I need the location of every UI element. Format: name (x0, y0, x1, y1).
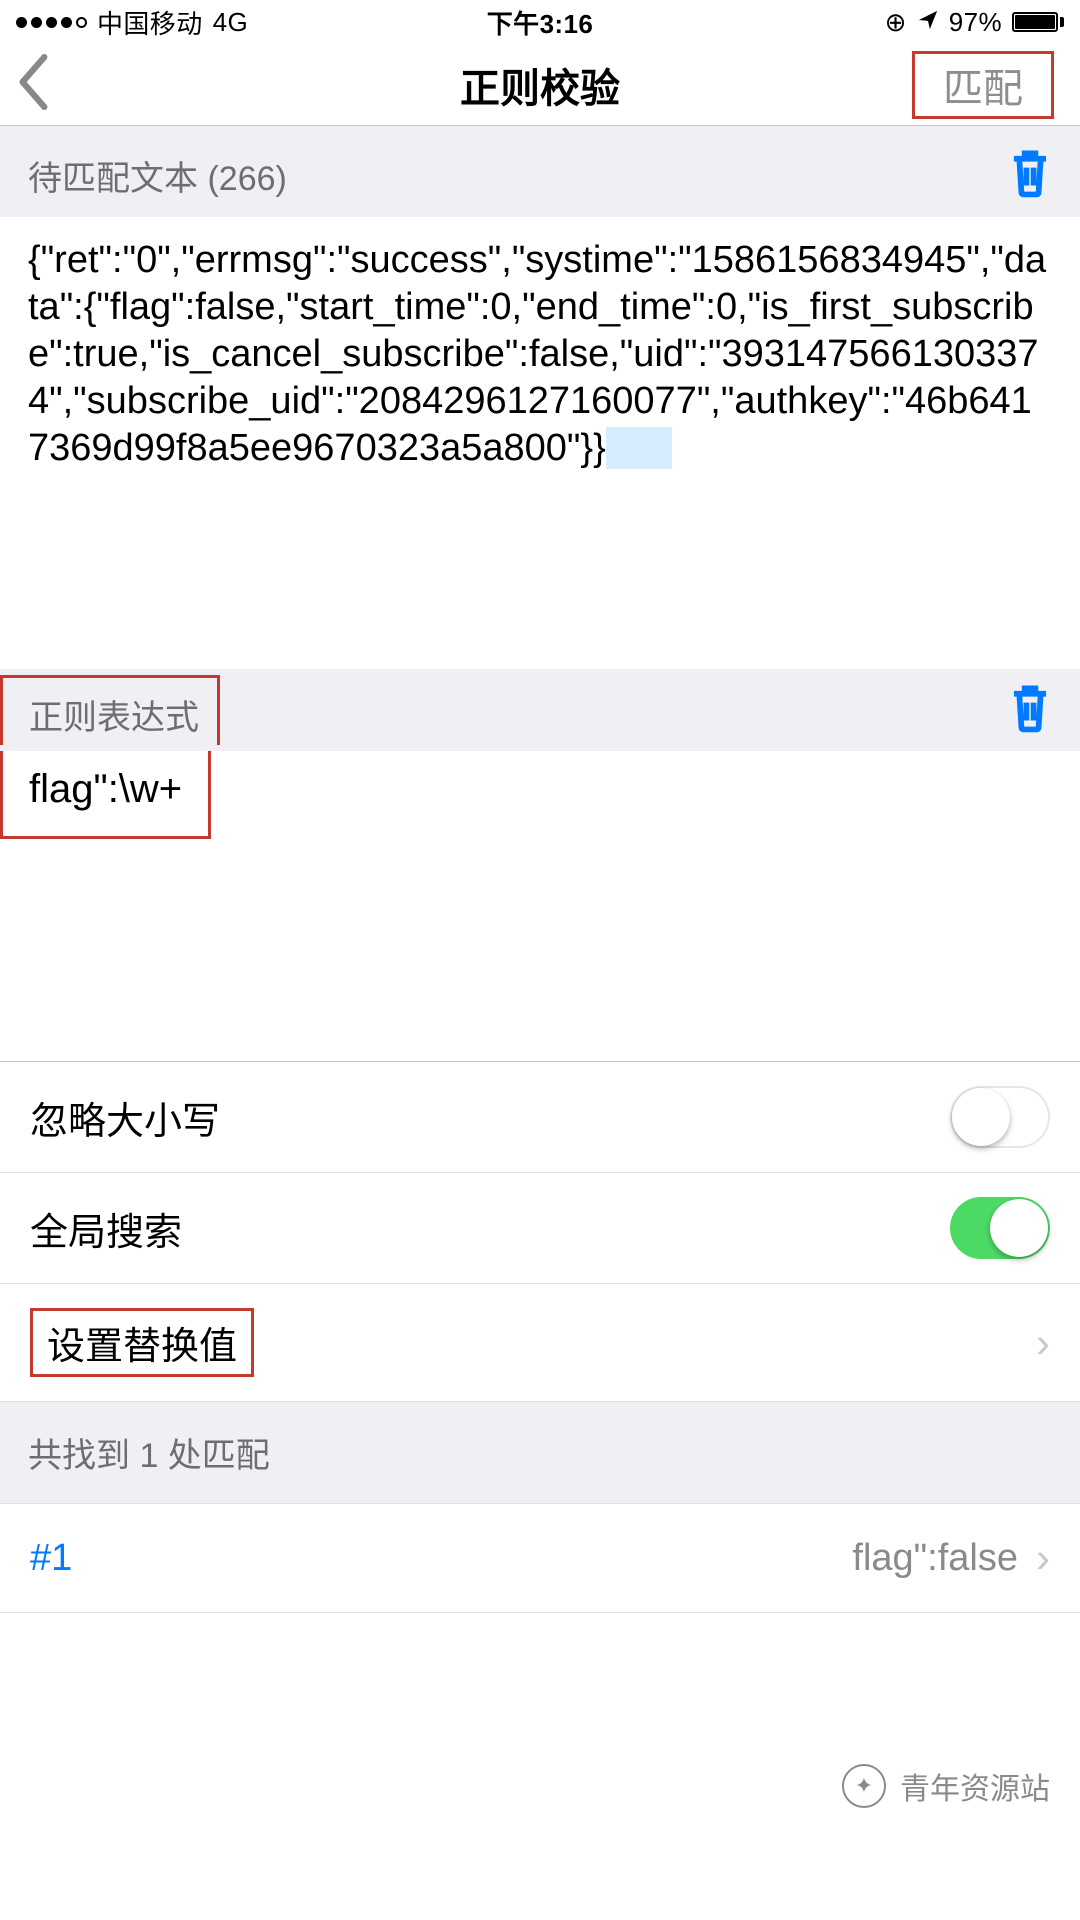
wechat-icon: ✦ (842, 1764, 886, 1808)
match-button[interactable]: 匹配 (912, 51, 1054, 119)
ignore-case-row: 忽略大小写 (0, 1061, 1080, 1172)
carrier-label: 中国移动 (97, 4, 203, 41)
set-replace-row[interactable]: 设置替换值 › (0, 1283, 1080, 1401)
set-replace-label: 设置替换值 (30, 1308, 254, 1377)
network-label: 4G (213, 7, 248, 38)
clear-input-button[interactable] (1008, 148, 1052, 203)
options-list: 忽略大小写 全局搜索 设置替换值 › 共找到 1 处匹配 #1 flag":fa… (0, 1061, 1080, 1613)
trash-icon (1008, 683, 1052, 733)
results-header: 共找到 1 处匹配 (0, 1401, 1080, 1504)
back-button[interactable] (12, 54, 58, 115)
global-search-toggle[interactable] (950, 1197, 1050, 1259)
result-item[interactable]: #1 flag":false › (0, 1504, 1080, 1613)
location-icon (917, 7, 939, 38)
status-bar: 中国移动 4G 下午3:16 ⊕ 97% (0, 0, 1080, 44)
chevron-right-icon: › (1036, 1319, 1050, 1367)
result-value: flag":false › (852, 1534, 1050, 1582)
global-search-row: 全局搜索 (0, 1172, 1080, 1283)
nav-bar: 正则校验 匹配 (0, 44, 1080, 126)
input-text-content: {"ret":"0","errmsg":"success","systime":… (28, 239, 1046, 469)
clock: 下午3:16 (487, 4, 593, 41)
page-title: 正则校验 (460, 56, 620, 114)
ignore-case-label: 忽略大小写 (30, 1090, 220, 1145)
signal-dots-icon (16, 17, 87, 28)
battery-percent: 97% (949, 7, 1002, 38)
regex-label: 正则表达式 (0, 675, 220, 745)
status-right: ⊕ 97% (885, 7, 1064, 38)
clear-regex-button[interactable] (1008, 683, 1052, 738)
text-cursor (606, 427, 672, 469)
orientation-lock-icon: ⊕ (885, 7, 907, 38)
global-search-label: 全局搜索 (30, 1201, 182, 1256)
input-text-area[interactable]: {"ret":"0","errmsg":"success","systime":… (0, 217, 1080, 657)
status-left: 中国移动 4G (16, 4, 248, 41)
result-index: #1 (30, 1537, 72, 1580)
watermark-text: 青年资源站 (900, 1764, 1050, 1808)
input-label: 待匹配文本 (266) (28, 151, 287, 200)
regex-section-header: 正则表达式 (0, 669, 1080, 751)
regex-input[interactable]: flag":\w+ (0, 751, 211, 839)
chevron-right-icon: › (1036, 1534, 1050, 1582)
trash-icon (1008, 148, 1052, 198)
input-section-header: 待匹配文本 (266) (0, 126, 1080, 217)
battery-icon (1012, 12, 1064, 32)
ignore-case-toggle[interactable] (950, 1086, 1050, 1148)
watermark: ✦ 青年资源站 (842, 1764, 1050, 1808)
